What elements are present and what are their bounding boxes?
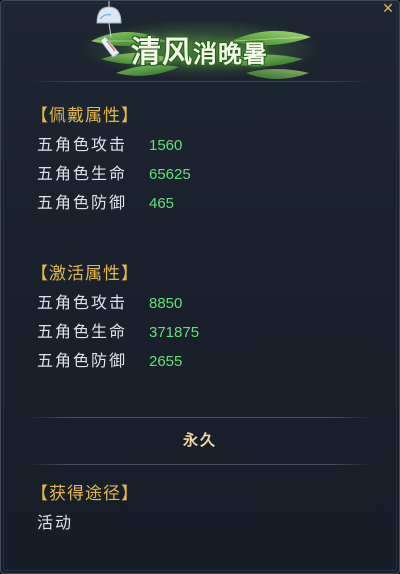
stat-label: 五角色防御 xyxy=(37,193,128,212)
wear-stat-row: 五角色攻击 1560 xyxy=(37,134,182,156)
stat-value: 2655 xyxy=(149,353,183,370)
activate-stat-row: 五角色攻击 8850 xyxy=(37,292,182,314)
stat-value: 65625 xyxy=(149,166,191,183)
duration-label: 永久 xyxy=(182,431,217,449)
stat-label: 五角色生命 xyxy=(37,164,128,183)
wear-stat-row: 五角色生命 65625 xyxy=(37,163,191,185)
activate-attributes-heading: 【激活属性】 xyxy=(31,264,139,284)
activate-stat-row: 五角色生命 371875 xyxy=(37,321,199,343)
activate-stat-row: 五角色防御 2655 xyxy=(37,350,182,372)
wear-attributes-heading: 【佩戴属性】 xyxy=(31,106,139,126)
stat-value: 8850 xyxy=(149,295,183,312)
header-divider xyxy=(27,81,373,82)
stat-label: 五角色攻击 xyxy=(37,293,128,312)
source-text: 活动 xyxy=(37,513,74,532)
stat-label: 五角色防御 xyxy=(37,351,128,370)
title-banner: 清风消晚暑 xyxy=(71,1,321,93)
stat-value: 1560 xyxy=(149,137,183,154)
source-heading: 【获得途径】 xyxy=(31,484,139,504)
stat-label: 五角色攻击 xyxy=(37,135,128,154)
close-icon[interactable]: ✕ xyxy=(380,1,396,17)
wind-chime-icon xyxy=(96,1,122,58)
wear-stat-row: 五角色防御 465 xyxy=(37,192,174,214)
title-name: 清风消晚暑 xyxy=(131,27,268,71)
title-main-text: 清风 xyxy=(131,35,193,70)
divider xyxy=(29,417,371,418)
stat-value: 371875 xyxy=(149,324,200,341)
stat-label: 五角色生命 xyxy=(37,322,128,341)
stat-value: 465 xyxy=(149,195,175,212)
divider xyxy=(29,464,371,465)
title-tooltip-panel: ✕ 清风消晚暑 【佩戴属性】 五角色攻击 1560 五角色生命 65625 五角… xyxy=(0,0,400,574)
title-small-text: 消晚暑 xyxy=(193,39,268,68)
